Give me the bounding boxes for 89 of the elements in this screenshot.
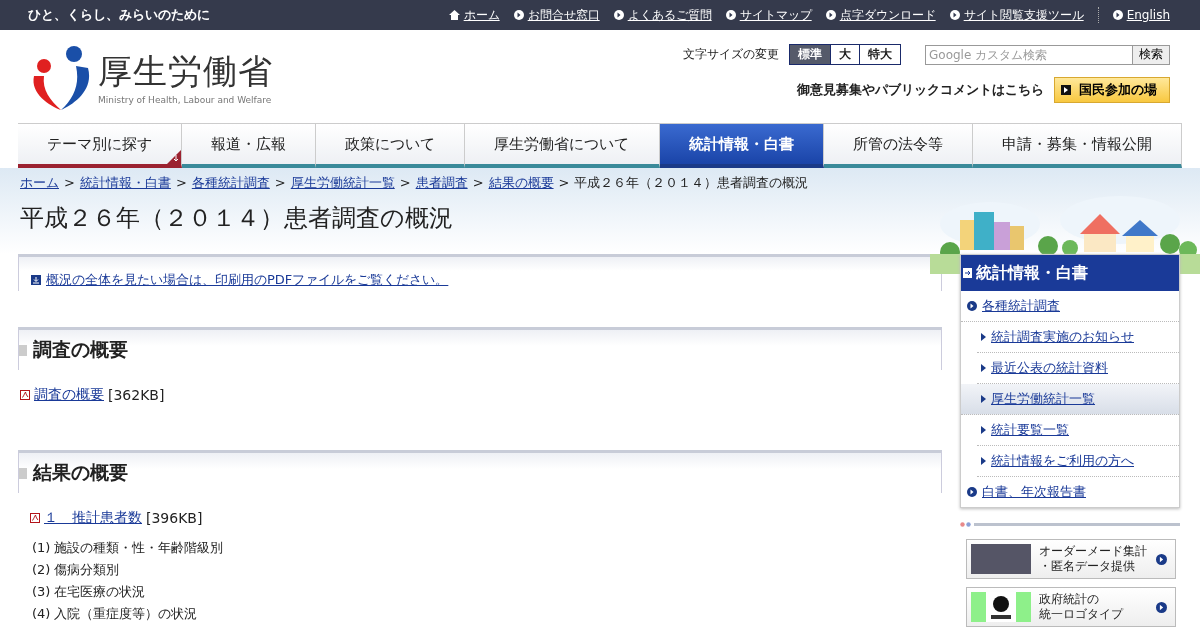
top-link[interactable]: よくあるご質問: [627, 6, 712, 24]
sidebar-subitem[interactable]: 統計調査実施のお知らせ: [977, 322, 1179, 353]
arrow-circle-icon: [613, 10, 624, 20]
logo-subtitle: Ministry of Health, Labour and Welfare: [98, 94, 273, 105]
participation-button[interactable]: 国民参加の場: [1054, 77, 1170, 103]
arrow-circle-icon: [967, 301, 977, 311]
sidebar-subitem[interactable]: 統計要覧一覧: [977, 415, 1179, 446]
triangle-icon: [981, 333, 986, 341]
top-link[interactable]: 点字ダウンロード: [839, 6, 936, 24]
sidebar-item[interactable]: 白書、年次報告書: [961, 477, 1179, 507]
dropdown-corner-icon: [167, 150, 182, 164]
triangle-icon: [981, 395, 986, 403]
list-number: (1): [32, 539, 51, 557]
triangle-icon: [981, 457, 986, 465]
top-link[interactable]: お問合せ窓口: [527, 6, 600, 24]
list-text: 在宅医療の状況: [54, 583, 146, 601]
arrow-circle-icon: [1156, 601, 1167, 613]
breadcrumb-link[interactable]: 結果の概要: [488, 174, 554, 192]
language-link[interactable]: English: [1126, 8, 1170, 22]
sidebar-title: 統計情報・白書: [961, 255, 1179, 291]
pdf-link[interactable]: 調査の概要: [34, 386, 104, 404]
breadcrumb-separator: >: [274, 175, 286, 190]
list-text: 入院（重症度等）の状況: [54, 605, 198, 623]
list-text: 施設の種類・性・年齢階級別: [54, 539, 224, 557]
arrow-circle-icon: [949, 10, 960, 20]
section-heading: 調査の概要: [33, 337, 128, 362]
triangle-icon: [981, 364, 986, 372]
section-heading: 結果の概要: [33, 460, 128, 485]
photo-placeholder: [971, 544, 1031, 574]
pdf-icon: [20, 390, 30, 400]
pdf-link[interactable]: １ 推計患者数: [44, 509, 142, 527]
banner-text: 統一ロゴタイプ: [1039, 607, 1125, 622]
breadcrumb-current: 平成２６年（２０１４）患者調査の概況: [574, 174, 809, 192]
breadcrumb-separator: >: [399, 175, 411, 190]
pdf-icon: [30, 513, 40, 523]
sidebar-item[interactable]: 各種統計調査: [961, 291, 1179, 322]
font-size-label: 文字サイズの変更: [683, 46, 779, 63]
arrow-circle-icon: [967, 487, 977, 497]
logo-name: 厚生労働省: [98, 49, 273, 93]
breadcrumb-link[interactable]: 患者調査: [415, 174, 468, 192]
download-icon: [31, 275, 41, 285]
file-size: [362KB]: [108, 387, 165, 403]
breadcrumb-separator: >: [472, 175, 484, 190]
arrow-circle-icon: [825, 10, 836, 20]
nav-tab[interactable]: テーマ別に探す: [18, 124, 183, 168]
nav-tab[interactable]: 申請・募集・情報公開: [972, 124, 1182, 168]
banner[interactable]: 政府統計の 統一ロゴタイプ: [966, 587, 1176, 627]
banner[interactable]: オーダーメード集計 ・匿名データ提供: [966, 539, 1176, 579]
breadcrumb-link[interactable]: 統計情報・白書: [79, 174, 171, 192]
arrow-circle-icon: [1112, 10, 1123, 20]
arrow-circle-icon: [513, 10, 524, 20]
home-icon: [448, 10, 460, 20]
arrow-circle-icon: [725, 10, 736, 20]
banner-text: オーダーメード集計: [1039, 544, 1148, 559]
nav-tab[interactable]: 政策について: [316, 124, 466, 168]
triangle-icon: [981, 426, 986, 434]
breadcrumb-separator: >: [64, 175, 75, 190]
breadcrumb-separator: >: [175, 175, 187, 190]
font-size-button[interactable]: 標準: [790, 45, 830, 64]
banner-text: ・匿名データ提供: [1039, 559, 1136, 574]
nav-tab[interactable]: 統計情報・白書: [659, 124, 824, 168]
search-field[interactable]: Google カスタム検索: [925, 44, 1133, 65]
arrow-circle-icon: [1156, 553, 1167, 565]
dots-icon: [960, 522, 972, 527]
breadcrumb-link[interactable]: 各種統計調査: [191, 174, 270, 192]
banner-text: 政府統計の: [1039, 592, 1100, 607]
nav-tab[interactable]: 所管の法令等: [823, 124, 973, 168]
breadcrumb-link[interactable]: 厚生労働統計一覧: [290, 174, 395, 192]
breadcrumb-link[interactable]: ホーム: [20, 174, 59, 192]
search-button[interactable]: 検索: [1133, 44, 1170, 65]
tagline: ひと、くらし、みらいのために: [28, 6, 210, 24]
top-link[interactable]: サイトマップ: [739, 6, 812, 24]
logo-mark-icon: [971, 592, 1031, 622]
page-title: 平成２６年（２０１４）患者調査の概況: [20, 203, 454, 234]
comment-text: 御意見募集やパブリックコメントはこちら: [797, 81, 1044, 99]
list-number: (3): [32, 583, 51, 601]
file-size: [396KB]: [146, 510, 203, 526]
nav-tab[interactable]: 厚生労働省について: [465, 124, 660, 168]
sidebar-subitem[interactable]: 統計情報をご利用の方へ: [977, 446, 1179, 477]
list-number: (4): [32, 605, 51, 623]
top-link[interactable]: サイト閲覧支援ツール: [963, 6, 1084, 24]
list-number: (2): [32, 561, 51, 579]
top-link[interactable]: ホーム: [463, 6, 500, 24]
sidebar-subitem[interactable]: 厚生労働統計一覧: [961, 384, 1179, 415]
arrow-icon: [963, 268, 972, 278]
nav-tab[interactable]: 報道・広報: [182, 124, 317, 168]
breadcrumb-separator: >: [558, 175, 570, 190]
arrow-icon: [1061, 85, 1071, 95]
list-text: 傷病分類別: [54, 561, 120, 579]
